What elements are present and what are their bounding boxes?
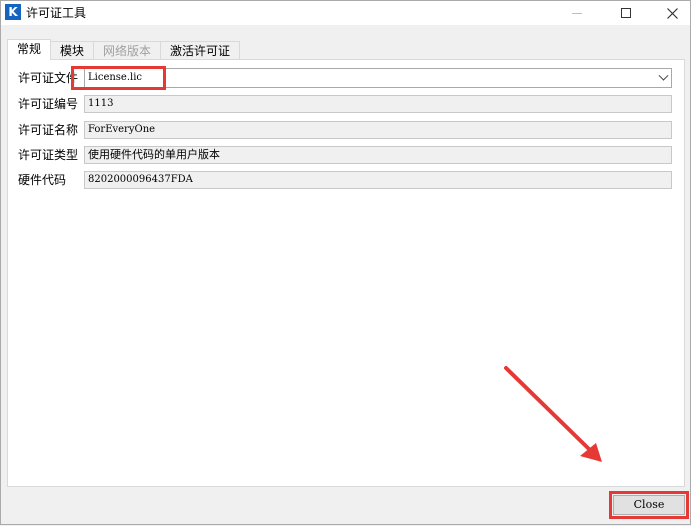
chevron-down-icon[interactable] [658, 70, 669, 81]
close-icon[interactable] [649, 1, 691, 25]
license-tool-window: K 许可证工具 常规 模块 网络版本 激活许可证 许可证文件 License.l… [0, 0, 691, 525]
window-title: 许可证工具 [26, 6, 87, 20]
app-logo-icon: K [5, 4, 21, 20]
license-number-label: 许可证编号 [18, 97, 79, 111]
license-file-select[interactable]: License.lic [84, 68, 672, 88]
license-name-field[interactable]: ForEveryOne [84, 121, 672, 139]
license-number-field[interactable]: 1113 [84, 95, 672, 113]
hardware-code-field[interactable]: 8202000096437FDA [84, 171, 672, 189]
title-bar[interactable]: K 许可证工具 [1, 1, 690, 25]
general-tab-panel: 许可证文件 License.lic 许可证编号 1113 许可证名称 ForEv… [7, 59, 685, 487]
hardware-code-label: 硬件代码 [18, 173, 67, 187]
tab-strip: 常规 模块 网络版本 激活许可证 [7, 39, 241, 60]
license-file-label: 许可证文件 [18, 71, 79, 85]
minimize-icon[interactable] [554, 1, 600, 25]
tab-modules[interactable]: 模块 [50, 41, 95, 60]
tab-general[interactable]: 常规 [7, 39, 52, 60]
close-button[interactable]: Close [613, 495, 685, 515]
tab-activate-license[interactable]: 激活许可证 [160, 41, 241, 60]
license-type-field[interactable]: 使用硬件代码的单用户版本 [84, 146, 672, 164]
license-file-value: License.lic [88, 72, 143, 83]
license-type-label: 许可证类型 [18, 148, 79, 162]
license-name-label: 许可证名称 [18, 123, 79, 137]
maximize-icon[interactable] [603, 1, 649, 25]
tab-network-version: 网络版本 [93, 41, 162, 60]
